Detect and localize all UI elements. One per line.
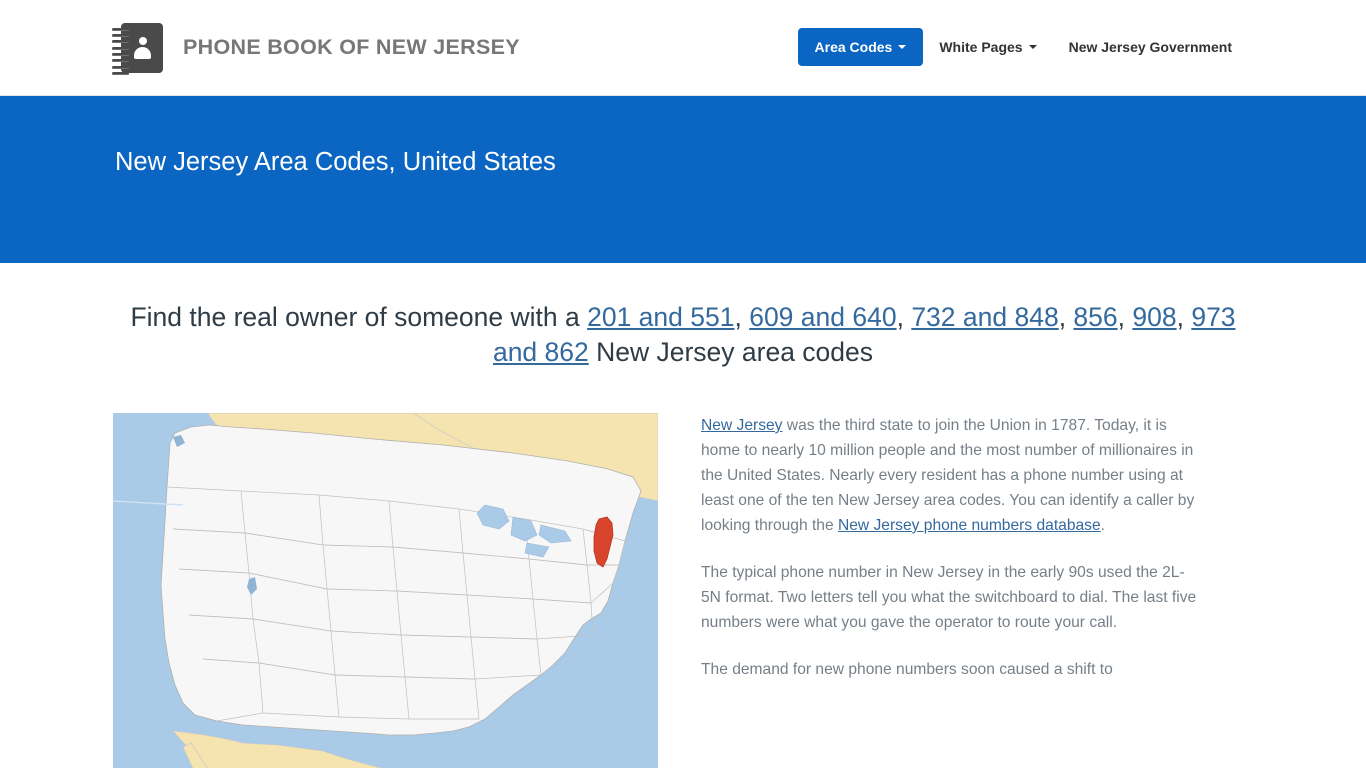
area-code-link-609-and-640[interactable]: 609 and 640 xyxy=(749,302,896,332)
headline: Find the real owner of someone with a 20… xyxy=(130,302,1236,367)
area-code-link-201-and-551[interactable]: 201 and 551 xyxy=(587,302,734,332)
article-link-0-2[interactable]: New Jersey phone numbers database xyxy=(838,517,1101,534)
chevron-down-icon xyxy=(898,45,907,49)
nav-item-white-pages-label: White Pages xyxy=(939,39,1023,55)
content-columns: New Jersey was the third state to join t… xyxy=(113,413,1253,768)
main-nav: Area Codes White Pages New Jersey Govern… xyxy=(797,28,1248,66)
main-content: Find the real owner of someone with a 20… xyxy=(0,263,1366,768)
address-book-icon xyxy=(112,22,164,76)
usa-map-image xyxy=(113,413,658,768)
brand[interactable]: PHONE BOOK OF NEW JERSEY xyxy=(112,22,520,76)
nav-item-area-codes-label: Area Codes xyxy=(814,39,893,55)
hero-banner: New Jersey Area Codes, United States xyxy=(0,96,1366,263)
area-code-link-908[interactable]: 908 xyxy=(1132,302,1176,332)
map-column xyxy=(113,413,658,768)
nav-item-white-pages[interactable]: White Pages xyxy=(923,29,1052,65)
brand-title: PHONE BOOK OF NEW JERSEY xyxy=(183,35,520,59)
chevron-down-icon xyxy=(1028,45,1037,49)
area-code-link-732-and-848[interactable]: 732 and 848 xyxy=(911,302,1058,332)
nav-item-area-codes[interactable]: Area Codes xyxy=(797,28,924,66)
nav-item-new-jersey-government[interactable]: New Jersey Government xyxy=(1053,29,1248,65)
site-header: PHONE BOOK OF NEW JERSEY Area Codes Whit… xyxy=(0,0,1366,96)
article-column: New Jersey was the third state to join t… xyxy=(701,413,1201,768)
article-paragraph-2: The typical phone number in New Jersey i… xyxy=(701,564,1197,631)
article-paragraph-3: The demand for new phone numbers soon ca… xyxy=(701,661,1113,678)
article-paragraph-1: New Jersey was the third state to join t… xyxy=(701,417,1195,534)
area-code-link-856[interactable]: 856 xyxy=(1073,302,1117,332)
page-title: New Jersey Area Codes, United States xyxy=(115,148,556,176)
nav-item-new-jersey-government-label: New Jersey Government xyxy=(1068,39,1232,55)
article-link-0-0[interactable]: New Jersey xyxy=(701,417,782,434)
